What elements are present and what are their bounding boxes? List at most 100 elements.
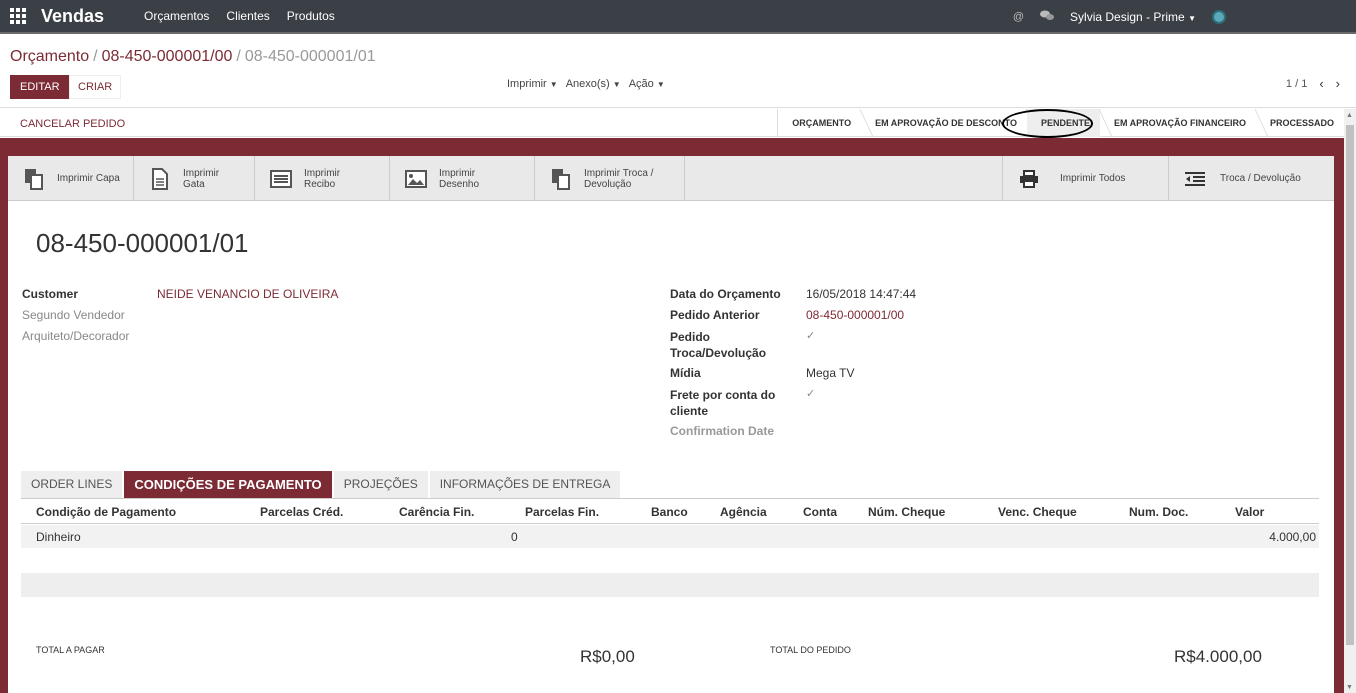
table-footer (21, 573, 1319, 597)
cell-condicao: Dinheiro (36, 530, 81, 544)
checkmark-icon: ✓ (806, 330, 816, 342)
tab-delivery-info[interactable]: INFORMAÇÕES DE ENTREGA (429, 471, 621, 498)
sidebar-actions: Imprimir ▼ Anexo(s) ▼ Ação ▼ (507, 78, 665, 90)
col-condicao[interactable]: Condição de Pagamento (36, 505, 176, 519)
bb-label: Imprimir Recibo (304, 168, 340, 190)
menu-clientes[interactable]: Clientes (226, 9, 269, 23)
print-receipt-button[interactable]: Imprimir Recibo (255, 156, 390, 201)
print-label: Imprimir (507, 78, 547, 90)
print-drawing-button[interactable]: Imprimir Desenho (390, 156, 535, 201)
copy-icon (23, 168, 45, 190)
edit-button[interactable]: EDITAR (10, 75, 70, 99)
breadcrumb-parent[interactable]: 08-450-000001/00 (102, 48, 233, 65)
freight-label-1: Frete por conta do (670, 388, 776, 402)
stage-label: EM APROVAÇÃO DE DESCONTO (875, 118, 1017, 128)
bb-label: Imprimir Troca / Devolução (584, 168, 653, 190)
breadcrumb-root[interactable]: Orçamento (10, 48, 89, 65)
action-dropdown[interactable]: Ação ▼ (629, 78, 665, 90)
customer-value[interactable]: NEIDE VENANCIO DE OLIVEIRA (157, 287, 338, 301)
breadcrumb-sep: / (93, 48, 98, 65)
chevron-left-icon[interactable]: ‹ (1319, 76, 1323, 91)
top-menu: Orçamentos Clientes Produtos (144, 9, 352, 23)
user-name: Sylvia Design - Prime (1070, 10, 1185, 24)
quote-date-label: Data do Orçamento (670, 287, 781, 301)
exchange-return-button[interactable]: Troca / Devolução (1169, 156, 1334, 201)
scroll-thumb[interactable] (1346, 125, 1354, 645)
bb-label-1: Imprimir Capa (57, 173, 120, 184)
bb-label: Imprimir Gata (183, 168, 219, 190)
order-total-label: TOTAL DO PEDIDO (770, 645, 851, 655)
freight-label-2: cliente (670, 404, 709, 418)
freight-label: Frete por conta do cliente (670, 387, 775, 419)
at-icon[interactable]: @ (1013, 11, 1024, 23)
col-parcelas-fin[interactable]: Parcelas Fin. (525, 505, 599, 519)
outdent-icon (1184, 168, 1206, 190)
table-row[interactable]: Dinheiro 0 4.000,00 (21, 525, 1319, 548)
app-brand: Vendas (41, 5, 105, 26)
scroll-down-icon[interactable]: ▼ (1346, 684, 1353, 691)
menu-orcamentos[interactable]: Orçamentos (144, 9, 209, 23)
attach-dropdown[interactable]: Anexo(s) ▼ (566, 78, 621, 90)
col-venc-cheque[interactable]: Venc. Cheque (998, 505, 1077, 519)
media-label: Mídia (670, 366, 701, 380)
print-all-button[interactable]: Imprimir Todos (1002, 156, 1169, 201)
col-banco[interactable]: Banco (651, 505, 688, 519)
col-parcelas-cred[interactable]: Parcelas Créd. (260, 505, 343, 519)
total-to-pay-value: R$0,00 (580, 647, 635, 666)
previous-order-label: Pedido Anterior (670, 308, 760, 322)
button-box: Imprimir Capa Imprimir Gata Imprimir Recib… (8, 156, 1334, 201)
stage-label: EM APROVAÇÃO FINANCEIRO (1113, 118, 1246, 128)
col-valor[interactable]: Valor (1235, 505, 1264, 519)
action-label: Ação (628, 78, 654, 90)
avatar[interactable] (1212, 10, 1226, 24)
col-conta[interactable]: Conta (803, 505, 837, 519)
stage-label: PROCESSADO (1269, 118, 1334, 128)
bb-label-1: Imprimir Troca / (584, 167, 654, 179)
stage-processado[interactable]: PROCESSADO (1256, 109, 1344, 137)
vertical-scrollbar[interactable]: ▲ ▼ (1344, 109, 1356, 693)
cancel-order-button[interactable]: CANCELAR PEDIDO (20, 118, 125, 130)
bb-label-1: Imprimir (439, 167, 476, 179)
bb-label-1: Troca / Devolução (1220, 173, 1301, 184)
pager-value[interactable]: 1 / 1 (1286, 78, 1307, 90)
scroll-up-icon[interactable]: ▲ (1346, 112, 1353, 119)
bb-label-2: Devolução (584, 178, 632, 190)
tab-payment-conditions[interactable]: CONDIÇÕES DE PAGAMENTO (124, 471, 332, 498)
tab-order-lines[interactable]: ORDER LINES (21, 471, 123, 498)
exchange-label-1: Pedido (670, 330, 711, 344)
caret-down-icon: ▼ (656, 80, 665, 89)
bb-label-1: Imprimir (304, 167, 341, 179)
col-num-cheque[interactable]: Núm. Cheque (868, 505, 945, 519)
bb-label: Imprimir Todos (1060, 173, 1125, 184)
stage-aprovacao-financeiro[interactable]: EM APROVAÇÃO FINANCEIRO (1100, 109, 1269, 137)
record-title: 08-450-000001/01 (36, 228, 249, 258)
user-menu[interactable]: Sylvia Design - Prime ▼ (1070, 10, 1196, 24)
total-to-pay-label: TOTAL A PAGAR (36, 645, 105, 655)
stage-orcamento[interactable]: ORÇAMENTO (778, 109, 874, 137)
chat-icon[interactable] (1040, 10, 1055, 24)
picture-icon (405, 168, 427, 190)
exchange-label-2: Troca/Devolução (670, 346, 767, 360)
print-exchange-button[interactable]: Imprimir Troca / Devolução (535, 156, 685, 201)
col-carencia[interactable]: Carência Fin. (399, 505, 474, 519)
create-button[interactable]: CRIAR (69, 75, 122, 99)
status-bar: CANCELAR PEDIDO ORÇAMENTO EM APROVAÇÃO D… (0, 109, 1344, 137)
highlight-circle (1002, 109, 1093, 138)
print-gata-button[interactable]: Imprimir Gata (134, 156, 255, 201)
order-total-value: R$4.000,00 (1174, 647, 1262, 666)
chevron-right-icon[interactable]: › (1336, 76, 1340, 91)
col-num-doc[interactable]: Num. Doc. (1129, 505, 1188, 519)
previous-order-value[interactable]: 08-450-000001/00 (806, 308, 904, 322)
menu-produtos[interactable]: Produtos (287, 9, 335, 23)
tab-projections[interactable]: PROJEÇÕES (333, 471, 428, 498)
cell-carencia: 0 (511, 530, 518, 544)
col-agencia[interactable]: Agência (720, 505, 767, 519)
stage-label: ORÇAMENTO (792, 118, 852, 128)
print-dropdown[interactable]: Imprimir ▼ (507, 78, 558, 90)
caret-down-icon: ▼ (612, 80, 621, 89)
second-seller-label: Segundo Vendedor (22, 308, 125, 322)
print-icon (1018, 168, 1040, 190)
checkmark-icon: ✓ (806, 388, 816, 400)
print-cover-button[interactable]: Imprimir Capa (8, 156, 134, 201)
apps-grid-icon[interactable] (10, 8, 26, 24)
